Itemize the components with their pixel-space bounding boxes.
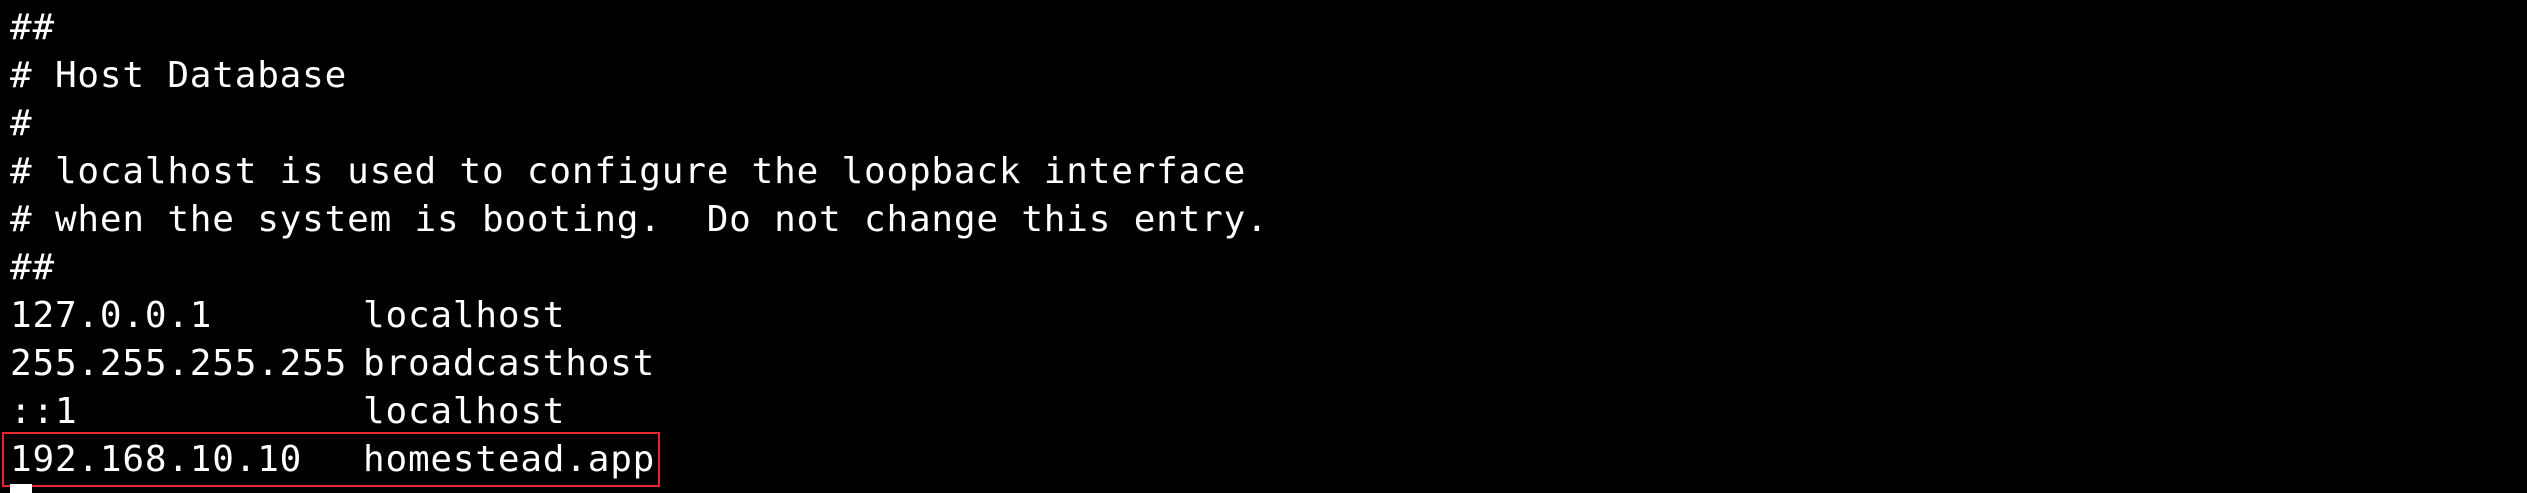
text-cursor — [10, 484, 32, 493]
comment-line: # localhost is used to configure the loo… — [10, 151, 1247, 192]
hosts-entry-ip: 127.0.0.1 — [10, 295, 213, 336]
hosts-entry-hostname: localhost — [363, 391, 566, 432]
highlight-box — [2, 432, 660, 487]
comment-line: ## — [10, 7, 55, 48]
hosts-entry: 255.255.255.255 broadcasthost — [10, 340, 654, 388]
comment-line: # Host Database — [10, 55, 348, 96]
hosts-entry-ip: 255.255.255.255 — [10, 343, 348, 384]
hosts-entry: ::1 localhost — [10, 388, 564, 436]
hosts-entry-ip: ::1 — [10, 391, 78, 432]
terminal-window[interactable]: ## # Host Database # # localhost is used… — [0, 0, 2527, 493]
hosts-entry: 127.0.0.1 localhost — [10, 292, 564, 340]
hosts-entry-hostname: localhost — [363, 295, 566, 336]
comment-line: # — [10, 103, 33, 144]
comment-line: ## — [10, 247, 55, 288]
hosts-entry-hostname: broadcasthost — [363, 343, 656, 384]
comment-line: # when the system is booting. Do not cha… — [10, 199, 1269, 240]
